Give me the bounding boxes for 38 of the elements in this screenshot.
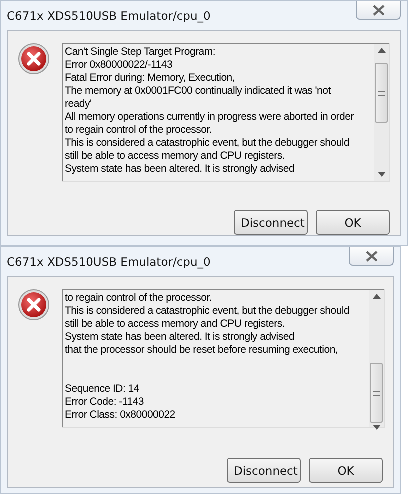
message-line: Error 0x80000022/-1143: [65, 59, 173, 71]
message-line: This is considered a catastrophic event, but the debugger should: [65, 305, 350, 317]
error-icon: [18, 43, 50, 75]
message-text-box[interactable]: [62, 43, 390, 182]
message-line: to regain control of the processor.: [65, 124, 212, 136]
scrollbar[interactable]: [369, 290, 384, 427]
scroll-up-icon[interactable]: [372, 294, 380, 299]
close-icon: [372, 4, 386, 16]
message-line: to regain control of the processor.: [65, 292, 212, 304]
message-line: still be able to access memory and CPU registers.: [65, 150, 286, 162]
window-title: C671x XDS510USB Emulator/cpu_0: [7, 8, 211, 22]
message-line: This is considered a catastrophic event, but the debugger should: [65, 137, 350, 149]
window-title: C671x XDS510USB Emulator/cpu_0: [7, 254, 211, 268]
message-text-box[interactable]: [62, 289, 385, 428]
message-line: The memory at 0x0001FC00 continually indicated it was 'not: [65, 85, 331, 97]
scrollbar[interactable]: [374, 44, 389, 181]
close-button[interactable]: [356, 1, 401, 20]
message-line: still be able to access memory and CPU registers.: [65, 318, 286, 330]
scroll-down-icon[interactable]: [372, 425, 380, 430]
message-line: Error Class: 0x80000022: [65, 409, 176, 421]
message-line: Fatal Error during: Memory, Execution,: [65, 72, 236, 84]
close-icon: [364, 250, 378, 262]
dialog-button[interactable]: Disconnect: [227, 458, 301, 483]
scroll-up-icon[interactable]: [378, 48, 386, 53]
message-line: that the processor should be reset before resuming execution,: [65, 344, 338, 356]
message-line: System state has been altered. It is strongly advised: [65, 331, 295, 343]
dialog-button[interactable]: OK: [316, 210, 390, 235]
scroll-down-icon[interactable]: [378, 172, 386, 177]
message-line: Can't Single Step Target Program:: [65, 46, 216, 58]
dialog-button[interactable]: Disconnect: [234, 210, 308, 235]
message-line: System state has been altered. It is strongly advised: [65, 163, 295, 175]
message-line: ready': [65, 98, 92, 110]
error-icon: [18, 289, 50, 321]
close-button[interactable]: [349, 247, 394, 266]
message-line: All memory operations currently in progress were aborted in order: [65, 111, 354, 123]
message-line: Sequence ID: 14: [65, 383, 140, 395]
message-line: Error Code: -1143: [65, 396, 144, 408]
dialog-button[interactable]: OK: [309, 458, 383, 483]
